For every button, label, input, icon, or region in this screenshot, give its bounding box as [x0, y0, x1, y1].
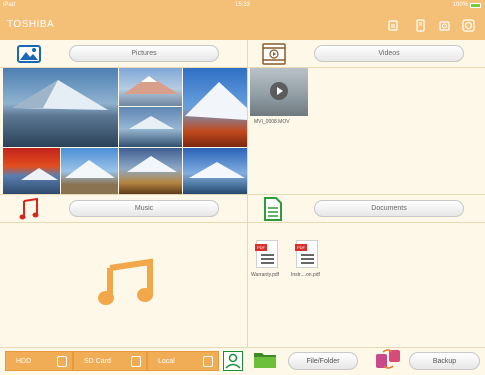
backup-button[interactable]: Backup: [409, 352, 480, 370]
tab-sd-card[interactable]: SD Card: [73, 351, 147, 371]
status-bar: iPad 15:33 100%: [0, 0, 485, 11]
music-button[interactable]: Music: [69, 200, 219, 217]
play-icon: [270, 82, 288, 100]
photo-thumbnail[interactable]: [3, 68, 118, 147]
videos-header: Videos: [248, 40, 485, 68]
sync-icon[interactable]: [387, 19, 400, 32]
battery-icon: [470, 2, 481, 8]
tab-local-label: Local: [158, 357, 175, 365]
backup-icon[interactable]: [375, 349, 401, 371]
tab-hdd-label: HDD: [16, 357, 32, 365]
photo-thumbnail[interactable]: [3, 148, 60, 194]
battery-percent: 100%: [452, 2, 468, 8]
documents-header: Documents: [248, 195, 485, 223]
panel-divider: [0, 194, 485, 195]
document-filename: Instr....on.pdf: [291, 272, 320, 278]
clock: 15:33: [234, 2, 250, 8]
photo-thumbnail[interactable]: [119, 68, 182, 106]
documents-button[interactable]: Documents: [314, 200, 464, 217]
folder-icon[interactable]: [253, 349, 277, 369]
target-icon[interactable]: [462, 19, 475, 32]
settings-device-icon[interactable]: [438, 19, 451, 32]
app-title: TOSHIBA: [7, 19, 55, 30]
photo-thumbnail[interactable]: [61, 148, 118, 194]
tab-hdd[interactable]: HDD: [5, 351, 73, 371]
documents-icon[interactable]: [263, 197, 283, 221]
music-header: Music: [0, 195, 247, 223]
document-filename: Warranty.pdf: [251, 272, 280, 278]
video-thumbnail[interactable]: [250, 68, 308, 116]
hdd-icon: [57, 355, 67, 367]
photo-thumbnail[interactable]: [119, 148, 182, 194]
file-folder-button[interactable]: File/Folder: [288, 352, 358, 370]
photo-thumbnail[interactable]: [183, 148, 247, 194]
pictures-header: Pictures: [0, 40, 247, 68]
video-filename: MVI_0008.MOV: [254, 119, 290, 125]
pdf-file-icon[interactable]: PDF: [295, 240, 318, 268]
tablet-icon: [203, 355, 213, 367]
pictures-icon[interactable]: [17, 44, 41, 63]
photo-thumbnail[interactable]: [183, 68, 247, 147]
music-note-icon: [98, 258, 153, 305]
tab-local[interactable]: Local: [147, 351, 219, 371]
sd-card-icon[interactable]: [414, 19, 427, 32]
tab-sd-label: SD Card: [84, 357, 111, 365]
user-icon[interactable]: [223, 351, 243, 371]
app-header: TOSHIBA: [0, 11, 485, 40]
pictures-button[interactable]: Pictures: [69, 45, 219, 62]
videos-icon[interactable]: [262, 43, 286, 65]
videos-button[interactable]: Videos: [314, 45, 464, 62]
sd-card-icon: [131, 355, 141, 367]
music-icon[interactable]: [19, 197, 41, 221]
pdf-file-icon[interactable]: PDF: [255, 240, 278, 268]
photo-thumbnail[interactable]: [119, 107, 182, 147]
